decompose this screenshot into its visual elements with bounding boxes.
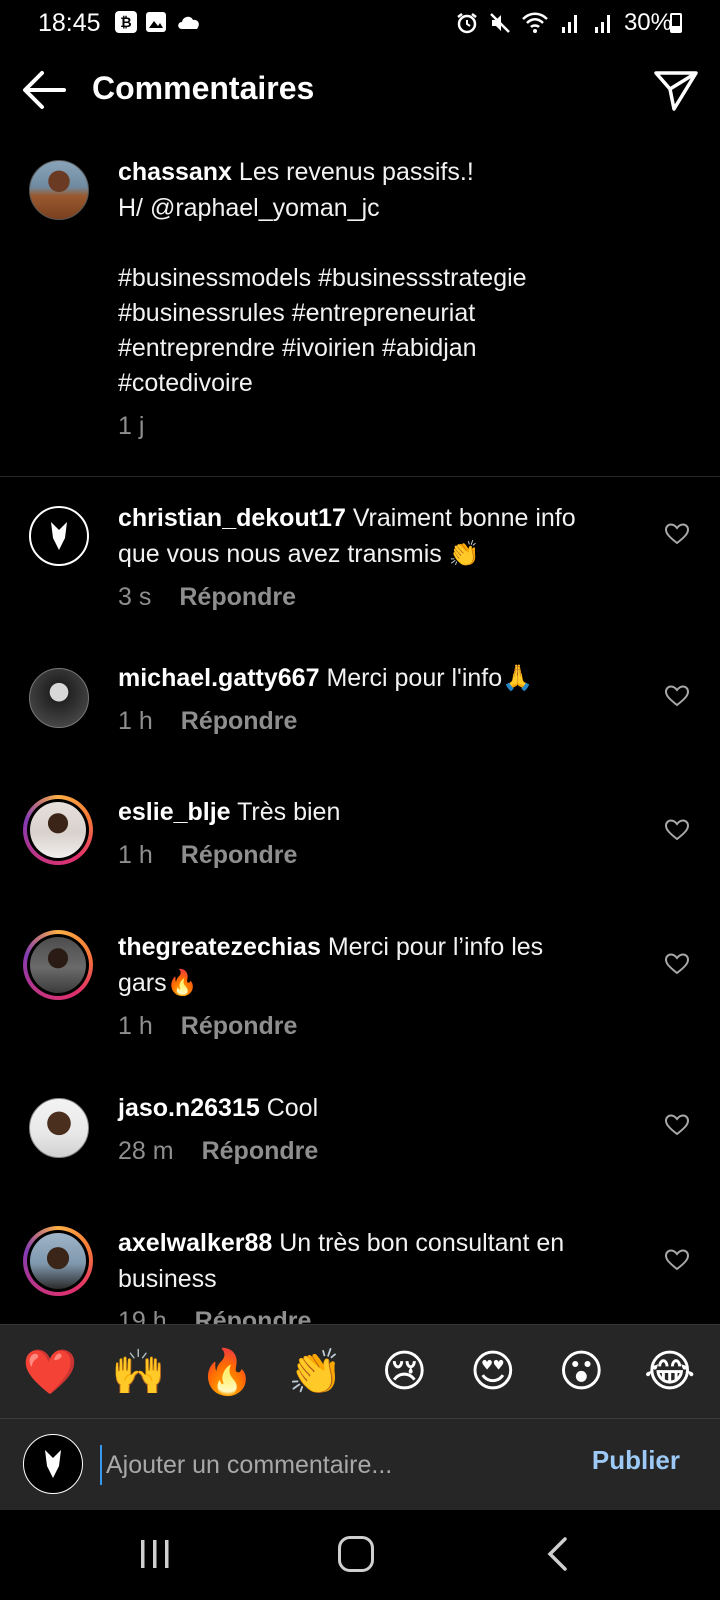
status-time: 18:45 bbox=[38, 9, 101, 37]
comment-text-cont: gars🔥 bbox=[118, 969, 198, 997]
heart-icon[interactable] bbox=[664, 1248, 690, 1272]
cloud-icon bbox=[178, 16, 199, 29]
reply-button[interactable]: Répondre bbox=[181, 707, 298, 735]
emoji-clapping[interactable]: 👏 bbox=[286, 1342, 346, 1402]
avatar[interactable] bbox=[29, 668, 89, 728]
caption-mention[interactable]: H/ @raphael_yoman_jc bbox=[118, 190, 380, 226]
comment-input-bar: Publier bbox=[0, 1418, 720, 1510]
avatar[interactable] bbox=[29, 160, 89, 220]
emoji-quick-bar: ❤️ 🙌 🔥 👏 😢 😍 😮 😂 bbox=[0, 1324, 720, 1418]
comment-time: 1 h bbox=[118, 1012, 153, 1040]
page-title: Commentaires bbox=[92, 70, 315, 106]
signal-icon-2 bbox=[594, 15, 610, 33]
mute-icon bbox=[490, 13, 510, 33]
emoji-laughing[interactable]: 😂 bbox=[640, 1342, 700, 1402]
emoji-raising-hands[interactable]: 🙌 bbox=[109, 1342, 169, 1402]
bitcoin-icon: ₿ bbox=[115, 11, 137, 33]
alarm-icon bbox=[457, 13, 477, 34]
comment-username[interactable]: christian_dekout17 bbox=[118, 504, 346, 532]
comment-username[interactable]: michael.gatty667 bbox=[118, 664, 320, 692]
divider bbox=[0, 476, 720, 477]
comment-username[interactable]: eslie_blje bbox=[118, 798, 231, 826]
comment-time: 3 s bbox=[118, 583, 152, 611]
caption-hashtags-3[interactable]: #entreprendre #ivoirien #abidjan bbox=[118, 330, 477, 366]
reply-button[interactable]: Répondre bbox=[181, 841, 298, 869]
battery-percent: 30% bbox=[623, 9, 672, 36]
comment-text: Un très bon consultant en bbox=[279, 1229, 565, 1257]
caption-line-1: chassanx Les revenus passifs.! bbox=[118, 158, 474, 186]
story-ring[interactable] bbox=[23, 795, 93, 865]
reply-button[interactable]: Répondre bbox=[202, 1137, 319, 1165]
comment-input[interactable] bbox=[100, 1445, 540, 1485]
publish-button[interactable]: Publier bbox=[592, 1445, 680, 1476]
emoji-crying[interactable]: 😢 bbox=[374, 1342, 434, 1402]
wifi-icon bbox=[522, 12, 548, 33]
emoji-heart[interactable]: ❤️ bbox=[20, 1342, 80, 1402]
comment-text-cont: que vous nous avez transmis 👏 bbox=[118, 540, 480, 568]
my-avatar[interactable] bbox=[23, 1434, 83, 1494]
caption-hashtags-1[interactable]: #businessmodels #businessstrategie bbox=[118, 260, 527, 296]
reply-button[interactable]: Répondre bbox=[181, 1012, 298, 1040]
battery-icon bbox=[670, 13, 682, 33]
signal-icon-1 bbox=[561, 15, 577, 33]
emoji-heart-eyes[interactable]: 😍 bbox=[463, 1342, 523, 1402]
story-ring[interactable] bbox=[23, 930, 93, 1000]
comment-text: Merci pour l'info🙏 bbox=[326, 664, 534, 692]
home-icon[interactable] bbox=[338, 1536, 374, 1572]
avatar[interactable] bbox=[30, 1233, 86, 1289]
emoji-surprised[interactable]: 😮 bbox=[551, 1342, 611, 1402]
comment-text: Merci pour l’info les bbox=[327, 933, 544, 961]
notification-icons: ₿ bbox=[115, 11, 203, 33]
nav-back-icon[interactable] bbox=[545, 1536, 569, 1572]
reply-button[interactable]: Répondre bbox=[179, 583, 296, 611]
comment-text: Très bien bbox=[237, 798, 341, 826]
heart-icon[interactable] bbox=[664, 522, 690, 546]
avatar[interactable] bbox=[30, 937, 86, 993]
recent-apps-icon[interactable] bbox=[138, 1538, 172, 1570]
avatar[interactable] bbox=[30, 802, 86, 858]
caption-hashtags-4[interactable]: #cotedivoire bbox=[118, 365, 253, 401]
comment-text-cont: business bbox=[118, 1265, 217, 1293]
mask-logo-icon bbox=[51, 522, 67, 550]
system-nav-bar bbox=[0, 1510, 720, 1600]
mask-logo-icon bbox=[45, 1450, 61, 1478]
story-ring[interactable] bbox=[23, 1226, 93, 1296]
comment-text: Cool bbox=[266, 1094, 319, 1122]
comment-username[interactable]: axelwalker88 bbox=[118, 1229, 272, 1257]
system-icons: 30% bbox=[455, 9, 672, 37]
heart-icon[interactable] bbox=[664, 952, 690, 976]
heart-icon[interactable] bbox=[664, 684, 690, 708]
comment-text: Vraiment bonne info bbox=[352, 504, 576, 532]
status-bar: 18:45 ₿ 30% bbox=[0, 0, 720, 46]
comment-time: 28 m bbox=[118, 1137, 174, 1165]
avatar[interactable] bbox=[29, 1098, 89, 1158]
header: Commentaires bbox=[0, 55, 720, 125]
avatar[interactable] bbox=[29, 506, 89, 566]
back-arrow-icon[interactable] bbox=[18, 67, 68, 113]
send-icon[interactable] bbox=[652, 67, 700, 113]
gallery-icon bbox=[146, 12, 166, 32]
comment-username[interactable]: thegreatezechias bbox=[118, 933, 321, 961]
heart-icon[interactable] bbox=[664, 1113, 690, 1137]
comment-time: 1 h bbox=[118, 841, 153, 869]
caption-hashtags-2[interactable]: #businessrules #entrepreneuriat bbox=[118, 295, 475, 331]
comment-time: 1 h bbox=[118, 707, 153, 735]
caption-time: 1 j bbox=[118, 412, 145, 440]
comment-username[interactable]: jaso.n26315 bbox=[118, 1094, 260, 1122]
heart-icon[interactable] bbox=[664, 818, 690, 842]
emoji-fire[interactable]: 🔥 bbox=[197, 1342, 257, 1402]
caption-username[interactable]: chassanx bbox=[118, 158, 232, 186]
